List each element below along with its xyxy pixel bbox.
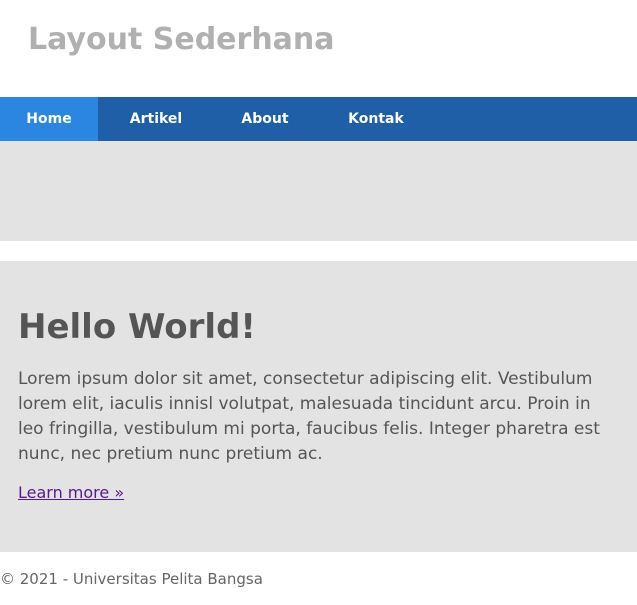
hero-text: Lorem ipsum dolor sit amet, consectetur … <box>18 369 600 464</box>
banner-panel <box>0 141 637 241</box>
nav-item-kontak[interactable]: Kontak <box>316 97 436 141</box>
site-header: Layout Sederhana <box>0 0 637 97</box>
nav-item-about[interactable]: About <box>214 97 316 141</box>
nav-item-home[interactable]: Home <box>0 97 98 141</box>
site-title: Layout Sederhana <box>28 22 335 57</box>
learn-more-link[interactable]: Learn more » <box>18 483 124 502</box>
footer-text: © 2021 - Universitas Pelita Bangsa <box>0 570 263 588</box>
hero-title: Hello World! <box>18 307 256 347</box>
nav-item-artikel[interactable]: Artikel <box>98 97 214 141</box>
hero-panel: Hello World! Lorem ipsum dolor sit amet,… <box>0 261 637 552</box>
page: Layout Sederhana Home Artikel About Kont… <box>0 0 637 605</box>
main-nav: Home Artikel About Kontak <box>0 97 637 141</box>
